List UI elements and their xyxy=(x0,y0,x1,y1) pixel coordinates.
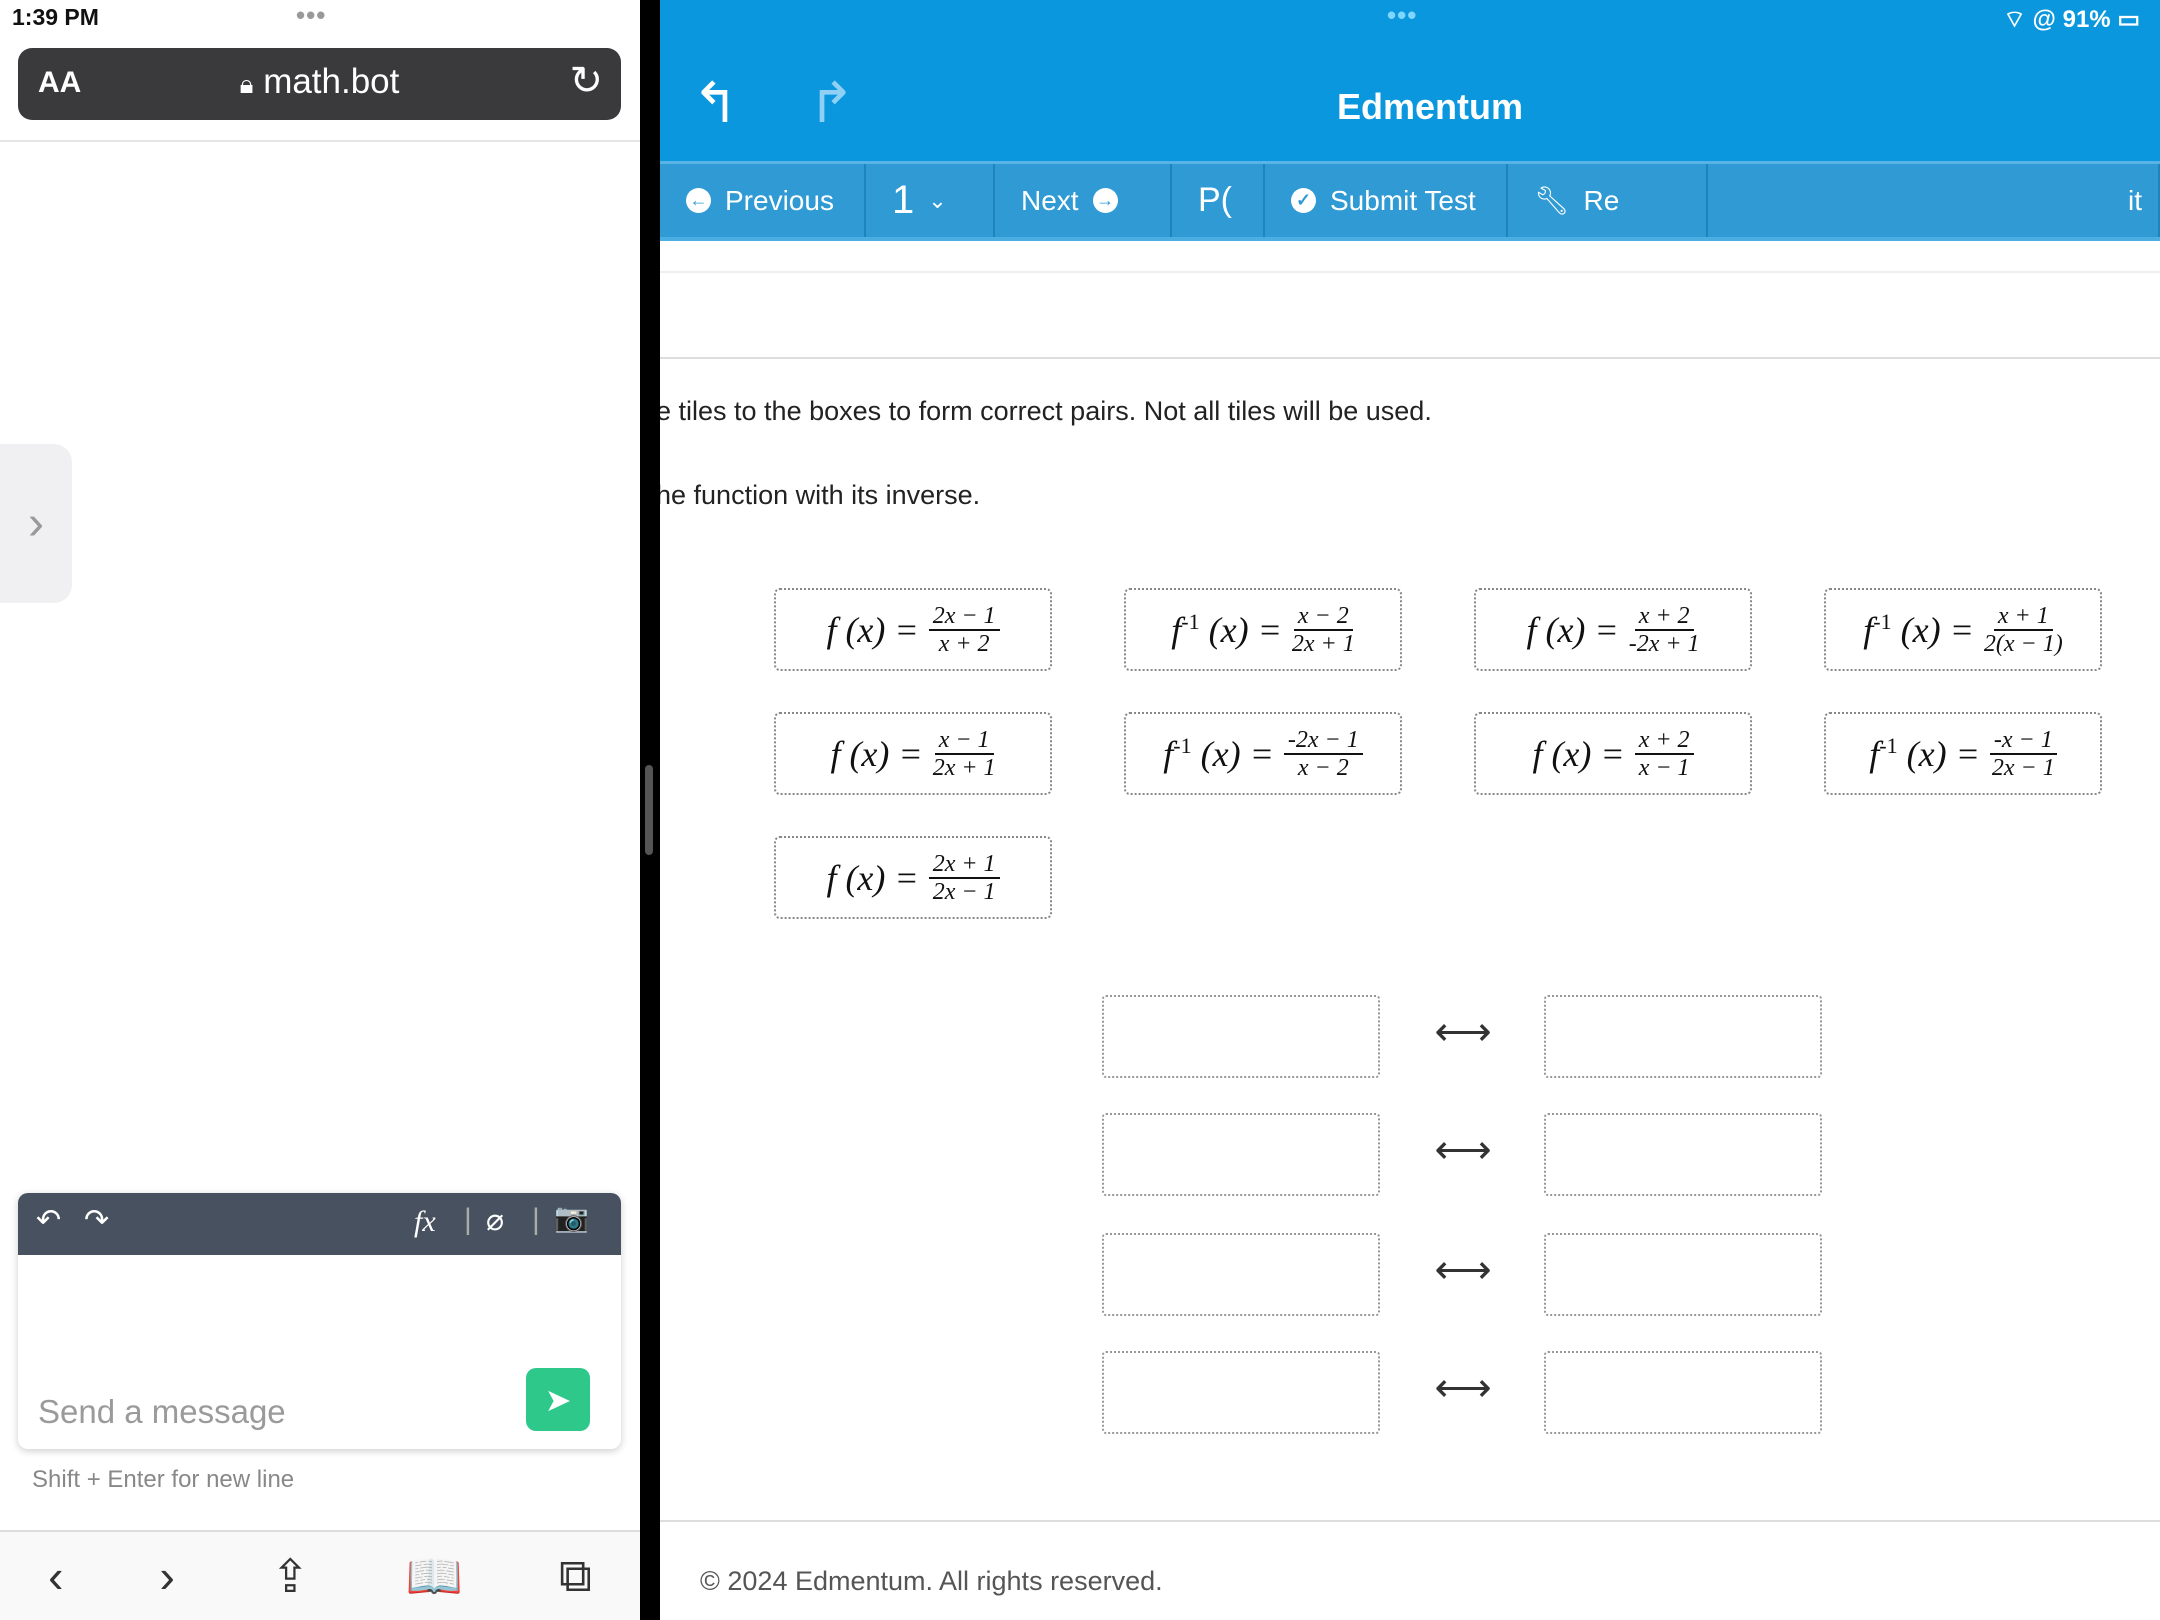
edmentum-pane: ••• ⌔ @ 91% ▭ ↰ ↱ Edmentum ← Previous 1 ⌄ … xyxy=(660,0,2160,1620)
fraction: x − 1 2x + 1 xyxy=(932,726,996,781)
page-select[interactable]: 1 ⌄ xyxy=(866,164,995,237)
multitask-dots[interactable]: ••• xyxy=(296,0,326,31)
function-tile[interactable]: f (x) = 2x − 1x + 2 xyxy=(774,588,1052,671)
function-tile[interactable]: f (x) = x + 2x − 1 xyxy=(1474,712,1752,795)
tile-lhs: f-1 (x) = xyxy=(1869,732,1980,774)
tabs-icon[interactable]: ⧉ xyxy=(559,1548,592,1604)
divider xyxy=(0,140,640,142)
tile-lhs: f (x) = xyxy=(830,733,923,774)
redo-icon[interactable]: ↷ xyxy=(84,1203,109,1238)
function-tile[interactable]: f (x) = x − 1 2x + 1 xyxy=(774,712,1052,795)
fraction: x + 2x − 1 xyxy=(1634,727,1694,781)
fraction: -x − 1 2x − 1 xyxy=(1989,726,2057,781)
app-header: ••• ⌔ @ 91% ▭ ↰ ↱ Edmentum xyxy=(660,0,2160,161)
chat-pane: 1:39 PM ••• AA 🔒︎ math.bot ↻ › ↶ ↷ fx | … xyxy=(0,0,640,1620)
drop-box-function[interactable] xyxy=(1102,995,1380,1078)
fraction: x − 2 2x + 1 xyxy=(1291,602,1355,657)
instruction-subtext: he function with its inverse. xyxy=(660,480,981,510)
fraction: 2x − 1x + 2 xyxy=(928,603,1000,657)
send-icon: ➤ xyxy=(544,1381,572,1418)
question-header xyxy=(660,271,2160,359)
battery-percent: 91% xyxy=(2062,6,2111,33)
back-icon[interactable]: ‹ xyxy=(48,1549,63,1603)
message-input[interactable]: Send a message xyxy=(38,1393,286,1431)
tile-lhs: f-1 (x) = xyxy=(1863,608,1974,650)
test-nav-bar: ← Previous 1 ⌄ Next → P( ✓ Submit Test 🔧︎ Re … xyxy=(660,161,2160,241)
battery-icon: ▭ xyxy=(2117,6,2140,33)
formula-icon[interactable]: fx xyxy=(414,1205,436,1239)
tile-lhs: f-1 (x) = xyxy=(1163,732,1274,774)
send-button[interactable]: ➤ xyxy=(526,1368,590,1431)
sidebar-expand-tab[interactable]: › xyxy=(0,444,72,603)
input-hint: Shift + Enter for new line xyxy=(32,1466,295,1493)
drop-box-function[interactable] xyxy=(1102,1351,1380,1434)
review-button[interactable]: 🔧︎ Re xyxy=(1508,164,1708,237)
drop-box-function[interactable] xyxy=(1102,1113,1380,1196)
drop-box-inverse[interactable] xyxy=(1544,1351,1822,1434)
chat-input-box[interactable]: ↶ ↷ fx | ⌀ | 📷 Send a message ➤ xyxy=(18,1193,621,1449)
footer: © 2024 Edmentum. All rights reserved. xyxy=(660,1520,2160,1620)
function-tile[interactable]: f-1 (x) = x + 1 2(x − 1) xyxy=(1824,588,2102,671)
function-tile[interactable]: f (x) = 2x + 1 2x − 1 xyxy=(774,836,1052,919)
drop-box-inverse[interactable] xyxy=(1544,995,1822,1078)
fraction: x + 2 -2x + 1 xyxy=(1628,602,1700,657)
url-text: math.bot xyxy=(263,62,400,101)
submit-test-button[interactable]: ✓ Submit Test xyxy=(1265,164,1508,237)
tile-lhs: f (x) = xyxy=(826,609,919,650)
chevron-down-icon: ⌄ xyxy=(928,187,947,213)
drop-box-inverse[interactable] xyxy=(1544,1233,1822,1316)
arrow-left-icon: ← xyxy=(686,188,711,213)
fraction: 2x + 1 2x − 1 xyxy=(928,851,1000,905)
split-handle[interactable] xyxy=(645,765,653,855)
browser-toolbar: ‹ › ⇪ 📖 ⧉ xyxy=(0,1530,640,1620)
fraction: -2x − 1x − 2 xyxy=(1283,727,1363,781)
camera-icon[interactable]: 📷 xyxy=(554,1201,589,1234)
bookmarks-icon[interactable]: 📖 xyxy=(406,1549,463,1604)
wrench-icon: 🔧︎ xyxy=(1534,185,1570,216)
app-title: Edmentum xyxy=(1336,86,1523,127)
share-icon[interactable]: ⇪ xyxy=(271,1549,310,1603)
chat-toolbar: ↶ ↷ fx | ⌀ | 📷 xyxy=(18,1193,621,1255)
tile-lhs: f (x) = xyxy=(1532,733,1625,774)
function-tile[interactable]: f-1 (x) = -x − 1 2x − 1 xyxy=(1824,712,2102,795)
tile-lhs: f-1 (x) = xyxy=(1171,608,1282,650)
undo-icon[interactable]: ↶ xyxy=(36,1203,61,1238)
reload-icon[interactable]: ↻ xyxy=(569,58,603,104)
tile-lhs: f (x) = xyxy=(1526,609,1619,650)
wifi-icon: ⌔ @ xyxy=(2003,6,2063,33)
lock-icon: 🔒︎ xyxy=(239,69,254,99)
multitask-dots[interactable]: ••• xyxy=(1387,0,1417,31)
drop-box-function[interactable] xyxy=(1102,1233,1380,1316)
check-icon: ✓ xyxy=(1291,188,1316,213)
function-tile[interactable]: f (x) = x + 2 -2x + 1 xyxy=(1474,588,1752,671)
double-arrow-icon: ⟷ xyxy=(1434,1366,1492,1410)
drop-box-inverse[interactable] xyxy=(1544,1113,1822,1196)
double-arrow-icon: ⟷ xyxy=(1434,1128,1492,1172)
chevron-right-icon: › xyxy=(28,497,44,550)
double-arrow-icon: ⟷ xyxy=(1434,1248,1492,1292)
tile-lhs: f (x) = xyxy=(826,857,919,898)
function-tile[interactable]: f-1 (x) = -2x − 1x − 2 xyxy=(1124,712,1402,795)
attach-icon[interactable]: ⌀ xyxy=(486,1203,504,1238)
arrow-right-icon: → xyxy=(1092,188,1118,213)
next-button[interactable]: Next → xyxy=(995,164,1172,237)
pause-button[interactable]: P( xyxy=(1172,164,1265,237)
copyright: © 2024 Edmentum. All rights reserved. xyxy=(700,1566,1163,1596)
fraction: x + 1 2(x − 1) xyxy=(1983,602,2063,657)
forward-icon[interactable]: › xyxy=(160,1549,175,1603)
instruction-text: e tiles to the boxes to form correct pai… xyxy=(660,396,1432,426)
status-time: 1:39 PM xyxy=(12,4,99,30)
exit-button[interactable]: it xyxy=(1708,164,2160,237)
double-arrow-icon: ⟷ xyxy=(1434,1010,1492,1054)
function-tile[interactable]: f-1 (x) = x − 2 2x + 1 xyxy=(1124,588,1402,671)
previous-button[interactable]: ← Previous xyxy=(660,164,866,237)
url-bar[interactable]: AA 🔒︎ math.bot ↻ xyxy=(18,48,621,120)
